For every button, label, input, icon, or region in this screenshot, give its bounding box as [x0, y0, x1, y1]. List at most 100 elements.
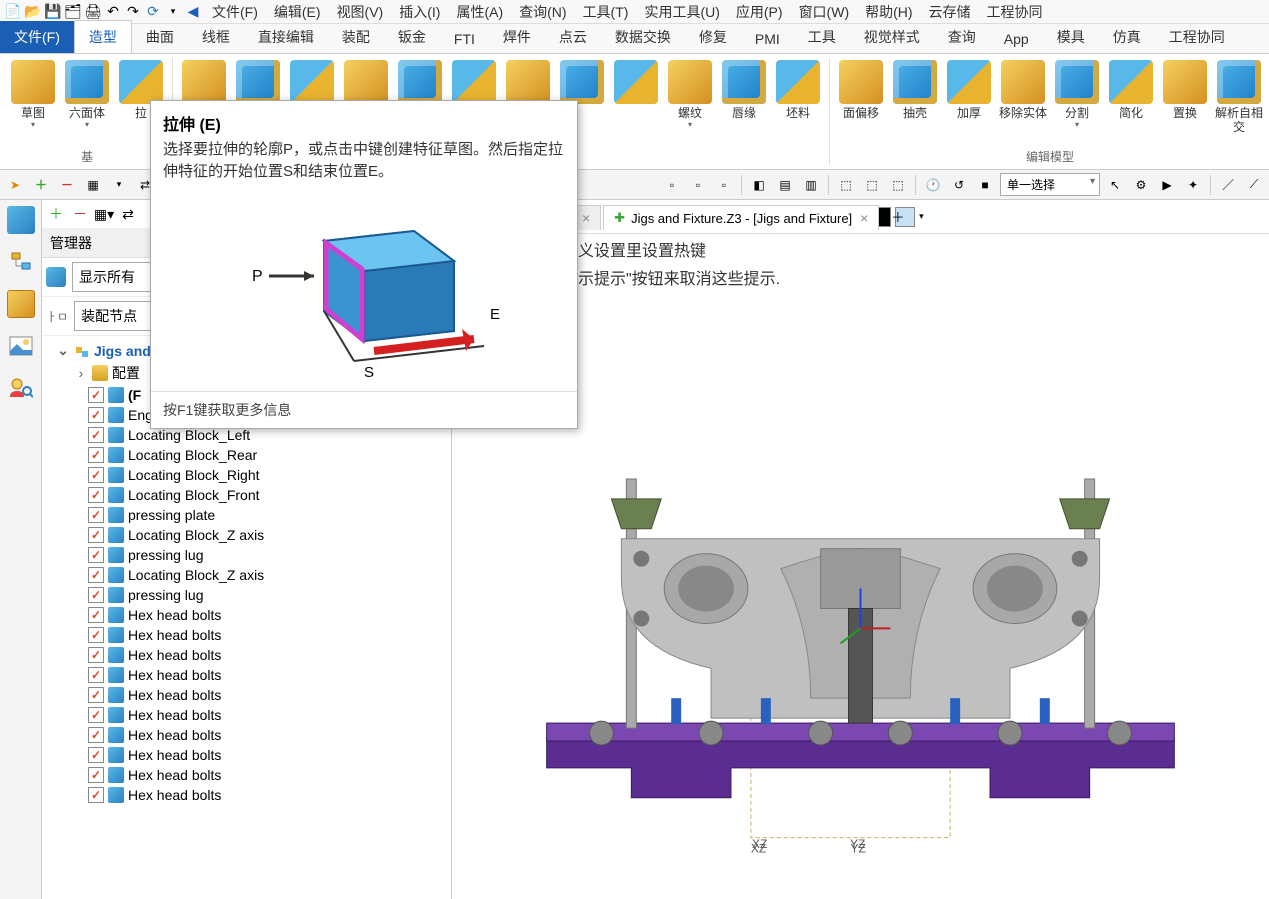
checkbox-checked-icon[interactable]: ✓: [88, 787, 104, 803]
clock-icon[interactable]: 🕐: [922, 174, 944, 196]
menu-item[interactable]: 云存储: [921, 0, 979, 24]
ribbon-tab[interactable]: 修复: [685, 21, 741, 53]
mgr-grid-icon[interactable]: ▦▾: [94, 204, 114, 224]
ribbon-button[interactable]: 移除实体: [998, 58, 1048, 120]
collapse-icon[interactable]: ⌄: [56, 342, 70, 359]
checkbox-checked-icon[interactable]: ✓: [88, 707, 104, 723]
qat-save-icon[interactable]: 💾: [44, 3, 62, 21]
menu-item[interactable]: 窗口(W): [791, 0, 858, 24]
menu-item[interactable]: 实用工具(U): [636, 0, 727, 24]
checkbox-checked-icon[interactable]: ✓: [88, 667, 104, 683]
caret-icon[interactable]: ▾: [108, 174, 130, 196]
user-panel-icon[interactable]: [7, 374, 35, 402]
ribbon-tab[interactable]: 仿真: [1099, 21, 1155, 53]
tree-item[interactable]: ✓Hex head bolts: [44, 745, 449, 765]
ribbon-button[interactable]: [449, 58, 499, 104]
ribbon-button[interactable]: [233, 58, 283, 104]
qat-open-icon[interactable]: 📂: [24, 3, 42, 21]
expand-icon[interactable]: ›: [74, 365, 88, 381]
ribbon-button[interactable]: [503, 58, 553, 104]
tree-item[interactable]: ✓Locating Block_Z axis: [44, 525, 449, 545]
menu-item[interactable]: 帮助(H): [857, 0, 920, 24]
tb-icon[interactable]: ⚙: [1130, 174, 1152, 196]
mgr-remove-icon[interactable]: －: [70, 204, 90, 224]
ribbon-tab[interactable]: 模具: [1043, 21, 1099, 53]
ribbon-button[interactable]: [179, 58, 229, 104]
ribbon-button[interactable]: 抽壳: [890, 58, 940, 120]
qat-saveall-icon[interactable]: 🗂: [64, 3, 82, 21]
tree-item[interactable]: ✓pressing plate: [44, 505, 449, 525]
checkbox-checked-icon[interactable]: ✓: [88, 547, 104, 563]
qat-back-icon[interactable]: ◀: [184, 3, 202, 21]
image-panel-icon[interactable]: [7, 332, 35, 360]
ribbon-button[interactable]: [395, 58, 445, 104]
tree-item[interactable]: ✓Locating Block_Front: [44, 485, 449, 505]
mgr-cube-icon[interactable]: [46, 267, 66, 287]
tree-item[interactable]: ✓Hex head bolts: [44, 645, 449, 665]
tree-item[interactable]: ✓Locating Block_Z axis: [44, 565, 449, 585]
cursor-icon[interactable]: ↖: [1104, 174, 1126, 196]
menu-item[interactable]: 视图(V): [329, 0, 392, 24]
tree-item[interactable]: ✓Hex head bolts: [44, 605, 449, 625]
tree-panel-icon[interactable]: [7, 248, 35, 276]
ribbon-tab[interactable]: PMI: [741, 25, 794, 53]
tree-item[interactable]: ✓Hex head bolts: [44, 785, 449, 805]
ribbon-button[interactable]: 面偏移: [836, 58, 886, 120]
qat-undo-icon[interactable]: ↶: [104, 3, 122, 21]
ribbon-button[interactable]: 六面体▾: [62, 58, 112, 129]
document-tab-active[interactable]: ✚ Jigs and Fixture.Z3 - [Jigs and Fixtur…: [603, 205, 879, 230]
checkbox-checked-icon[interactable]: ✓: [88, 427, 104, 443]
checkbox-checked-icon[interactable]: ✓: [88, 687, 104, 703]
ribbon-button[interactable]: 螺纹▾: [665, 58, 715, 129]
checkbox-checked-icon[interactable]: ✓: [88, 747, 104, 763]
ribbon-button[interactable]: 唇缘: [719, 58, 769, 120]
ribbon-button[interactable]: 坯料: [773, 58, 823, 120]
tb-icon[interactable]: ▥: [800, 174, 822, 196]
tb-icon[interactable]: ▫: [687, 174, 709, 196]
qat-refresh-icon[interactable]: ⟳: [144, 3, 162, 21]
ribbon-tab[interactable]: 装配: [328, 21, 384, 53]
qat-new-icon[interactable]: 📄: [4, 3, 22, 21]
tree-item[interactable]: ✓Hex head bolts: [44, 765, 449, 785]
tree-item[interactable]: ✓Locating Block_Right: [44, 465, 449, 485]
menu-item[interactable]: 属性(A): [448, 0, 511, 24]
ribbon-tab[interactable]: FTI: [440, 25, 489, 53]
ribbon-tab[interactable]: 数据交换: [601, 21, 685, 53]
tb-icon[interactable]: ▫: [661, 174, 683, 196]
tree-item[interactable]: ✓Locating Block_Rear: [44, 445, 449, 465]
checkbox-checked-icon[interactable]: ✓: [88, 567, 104, 583]
tree-item[interactable]: ✓Hex head bolts: [44, 725, 449, 745]
ribbon-tab[interactable]: 焊件: [489, 21, 545, 53]
add-icon[interactable]: ＋: [30, 174, 52, 196]
checkbox-checked-icon[interactable]: ✓: [88, 767, 104, 783]
ribbon-button[interactable]: [341, 58, 391, 104]
checkbox-checked-icon[interactable]: ✓: [88, 587, 104, 603]
tb-icon[interactable]: ⟋: [1243, 174, 1265, 196]
ribbon-tab[interactable]: 工程协同: [1155, 21, 1239, 53]
tb-icon[interactable]: ⬚: [887, 174, 909, 196]
tree-item[interactable]: ✓pressing lug: [44, 585, 449, 605]
mgr-add-icon[interactable]: ＋: [46, 204, 66, 224]
ribbon-tab[interactable]: 造型: [74, 20, 132, 53]
ribbon-tab[interactable]: 线框: [188, 21, 244, 53]
close-icon[interactable]: ×: [860, 210, 868, 226]
selection-mode-dropdown[interactable]: 单一选择: [1000, 173, 1100, 196]
tree-item[interactable]: ✓Hex head bolts: [44, 685, 449, 705]
checkbox-checked-icon[interactable]: ✓: [88, 467, 104, 483]
ribbon-tab[interactable]: 文件(F): [0, 21, 74, 53]
tb-icon[interactable]: ◧: [748, 174, 770, 196]
grid-icon[interactable]: ▦: [82, 174, 104, 196]
model-panel-icon[interactable]: [7, 290, 35, 318]
ribbon-button[interactable]: 解析自相交: [1214, 58, 1264, 134]
qat-redo-icon[interactable]: ↷: [124, 3, 142, 21]
ribbon-button[interactable]: [557, 58, 607, 104]
checkbox-checked-icon[interactable]: ✓: [88, 407, 104, 423]
ribbon-button[interactable]: 简化: [1106, 58, 1156, 120]
tb-icon[interactable]: ⬚: [861, 174, 883, 196]
menu-item[interactable]: 编辑(E): [266, 0, 329, 24]
ribbon-tab[interactable]: 查询: [934, 21, 990, 53]
ribbon-tab[interactable]: 视觉样式: [850, 21, 934, 53]
ribbon-tab[interactable]: 工具: [794, 21, 850, 53]
tb-icon[interactable]: ⬚: [835, 174, 857, 196]
history-panel-icon[interactable]: [7, 206, 35, 234]
